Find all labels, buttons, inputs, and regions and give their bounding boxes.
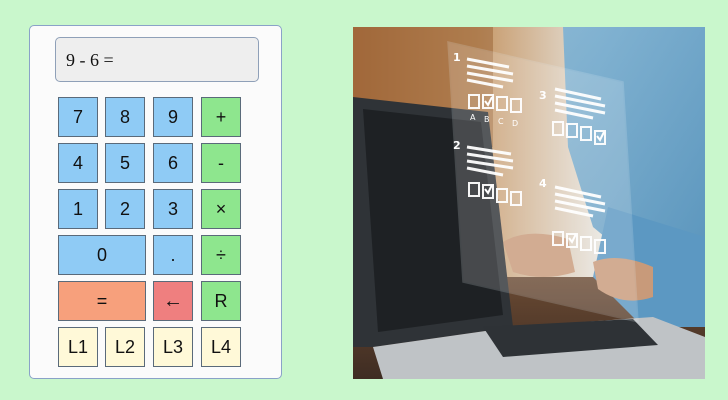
- reset-button[interactable]: R: [201, 281, 241, 321]
- question-number-2: 2: [453, 139, 461, 152]
- key-6[interactable]: 6: [153, 143, 193, 183]
- question-number-1: 1: [453, 51, 461, 64]
- memory-l1-button[interactable]: L1: [58, 327, 98, 367]
- key-9[interactable]: 9: [153, 97, 193, 137]
- key-2[interactable]: 2: [105, 189, 145, 229]
- plus-button[interactable]: +: [201, 97, 241, 137]
- choice-letter-d: D: [512, 119, 518, 128]
- key-1[interactable]: 1: [58, 189, 98, 229]
- memory-l3-button[interactable]: L3: [153, 327, 193, 367]
- backspace-button[interactable]: ←: [153, 281, 193, 321]
- divide-button[interactable]: ÷: [201, 235, 241, 275]
- memory-l2-button[interactable]: L2: [105, 327, 145, 367]
- minus-button[interactable]: -: [201, 143, 241, 183]
- question-number-3: 3: [539, 89, 547, 102]
- choice-letter-c: C: [498, 117, 504, 126]
- calculator-display: 9 - 6 =: [55, 37, 259, 82]
- key-4[interactable]: 4: [58, 143, 98, 183]
- memory-l4-button[interactable]: L4: [201, 327, 241, 367]
- calculator-panel: 9 - 6 = 7 8 9 + 4 5 6 - 1 2 3 × 0 . ÷ = …: [29, 25, 282, 379]
- times-button[interactable]: ×: [201, 189, 241, 229]
- key-3[interactable]: 3: [153, 189, 193, 229]
- online-quiz-photo: 1 2 3 4 A B C D: [353, 27, 705, 379]
- key-8[interactable]: 8: [105, 97, 145, 137]
- decimal-button[interactable]: .: [153, 235, 193, 275]
- key-5[interactable]: 5: [105, 143, 145, 183]
- key-7[interactable]: 7: [58, 97, 98, 137]
- question-number-4: 4: [539, 177, 547, 190]
- key-0[interactable]: 0: [58, 235, 146, 275]
- choice-letter-b: B: [484, 115, 490, 124]
- equals-button[interactable]: =: [58, 281, 146, 321]
- choice-letter-a: A: [470, 113, 476, 122]
